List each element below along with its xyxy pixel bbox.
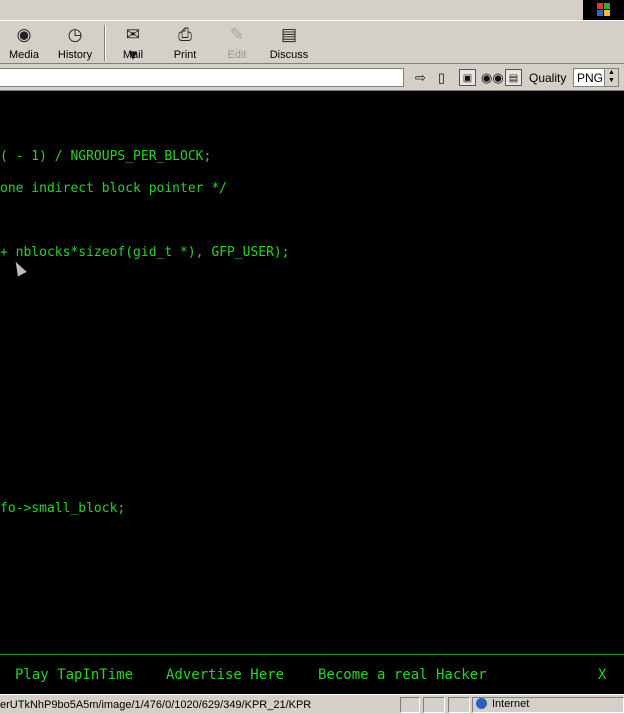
quality-value: PNG	[577, 71, 604, 85]
windows-logo-icon	[597, 3, 611, 17]
ad-bar: Play TapInTime Advertise Here Become a r…	[0, 654, 624, 694]
binoculars-icon[interactable]: ◉◉	[481, 69, 504, 86]
address-input[interactable]	[0, 68, 404, 87]
history-icon: ◷	[67, 25, 83, 44]
edit-button[interactable]: ✎ Edit	[220, 23, 254, 63]
discuss-button[interactable]: ▤ Discuss	[268, 23, 310, 63]
print-button[interactable]: ⎙ Print	[168, 23, 202, 63]
quality-label: Quality	[529, 71, 567, 85]
mail-icon: ✉▾	[125, 25, 141, 64]
play-tapintime-link[interactable]: Play TapInTime	[15, 667, 133, 683]
address-bar: ⇨ ▯ ▣ ◉◉ ▤ Quality PNG ▲ ▼	[0, 64, 624, 91]
terminal-view: ( - 1) / NGROUPS_PER_BLOCK; one indirect…	[0, 91, 624, 654]
page-icon[interactable]: ▣	[459, 69, 476, 86]
status-url: erUTkNhP9bo5A5m/image/1/476/0/1020/629/3…	[0, 699, 312, 711]
globe-icon	[476, 698, 487, 709]
status-panel	[448, 697, 470, 713]
edit-icon: ✎	[229, 25, 245, 44]
windows-throbber	[583, 0, 624, 20]
code-line: fo->small_block;	[0, 501, 126, 516]
quality-select[interactable]: PNG ▲ ▼	[573, 68, 619, 87]
title-bar	[0, 0, 624, 20]
code-line: + nblocks*sizeof(gid_t *), GFP_USER);	[0, 245, 290, 260]
close-ad-button[interactable]: X	[598, 667, 606, 683]
browser-toolbar: ◉ Media ◷ History ✉▾ Mail ⎙ Print ✎ Edit…	[0, 20, 624, 64]
clipboard-icon[interactable]: ▤	[505, 69, 522, 86]
spinner-icon[interactable]: ▲ ▼	[604, 69, 618, 86]
media-button[interactable]: ◉ Media	[4, 23, 44, 63]
code-line: ( - 1) / NGROUPS_PER_BLOCK;	[0, 149, 212, 164]
history-button[interactable]: ◷ History	[54, 23, 96, 63]
toolbar-separator	[104, 25, 106, 61]
printer-icon: ⎙	[178, 25, 192, 44]
code-line: one indirect block pointer */	[0, 181, 227, 196]
zone-label: Internet	[492, 698, 530, 710]
media-icon: ◉	[16, 25, 32, 44]
status-panel	[423, 697, 445, 713]
discuss-icon: ▤	[280, 25, 298, 44]
status-bar: erUTkNhP9bo5A5m/image/1/476/0/1020/629/3…	[0, 694, 624, 714]
become-hacker-link[interactable]: Become a real Hacker	[318, 667, 487, 683]
internet-zone: Internet	[476, 698, 529, 710]
bookmark-icon[interactable]: ▯	[433, 69, 450, 86]
advertise-here-link[interactable]: Advertise Here	[166, 667, 284, 683]
go-arrow-icon[interactable]: ⇨	[412, 69, 429, 86]
mail-button[interactable]: ✉▾ Mail	[116, 23, 150, 64]
mouse-cursor-icon	[11, 259, 27, 277]
status-panel	[400, 697, 420, 713]
